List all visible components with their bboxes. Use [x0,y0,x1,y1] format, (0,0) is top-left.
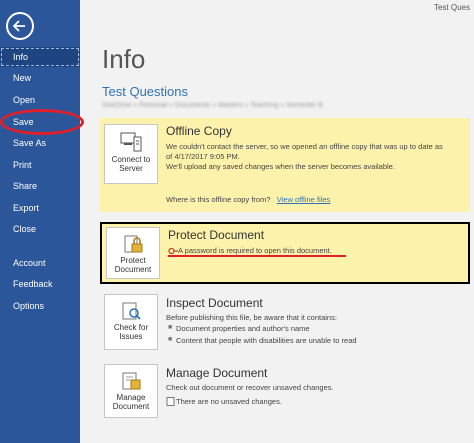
sidebar-item-open[interactable]: Open [0,90,80,110]
connect-button-label-2: Server [119,164,143,173]
sidebar-item-save-as[interactable]: Save As [0,133,80,153]
sidebar-item-new[interactable]: New [0,68,80,88]
inspect-bullet-2: Content that people with disabilities ar… [176,336,357,345]
page-title: Info [102,44,146,74]
offline-copy-section: Connect to Server Offline Copy We couldn… [100,118,470,212]
protect-button-label-1: Protect [120,256,146,265]
sidebar-item-feedback[interactable]: Feedback [0,274,80,294]
document-small-icon [166,397,175,406]
document-path: OneDrive » Personal » Documents » Master… [102,102,323,109]
server-connect-icon [120,132,142,152]
inspect-document-section: Check for Issues Inspect Document Before… [100,292,470,354]
offline-copy-question: Where is this offline copy from? [166,195,271,204]
manage-document-section: Manage Document Manage Document Check ou… [100,362,470,422]
offline-copy-title: Offline Copy [166,124,232,138]
inspect-document-text: Before publishing this file, be aware th… [166,313,337,322]
inspect-bullet-1: Document properties and author's name [176,324,310,333]
sidebar-item-print[interactable]: Print [0,155,80,175]
protect-document-section: Protect Document Protect Document A pass… [100,222,470,284]
offline-copy-text-2: of 4/17/2017 9:05 PM. [166,152,240,161]
sidebar-item-account[interactable]: Account [0,253,80,273]
check-for-issues-button[interactable]: Check for Issues [104,294,158,350]
inspect-document-icon [122,302,141,320]
connect-to-server-button[interactable]: Connect to Server [104,124,158,184]
protect-button-label-2: Document [114,265,152,274]
back-button[interactable] [6,12,34,40]
manage-document-text: Check out document or recover unsaved ch… [166,383,334,392]
manage-button-label-2: Document [112,402,150,411]
inspect-button-label-2: Issues [119,332,143,341]
sidebar-item-save[interactable]: Save [0,112,80,132]
manage-document-title: Manage Document [166,366,268,380]
offline-copy-text-1: We couldn't contact the server, so we op… [166,142,443,151]
protect-document-button[interactable]: Protect Document [106,227,160,279]
manage-document-button[interactable]: Manage Document [104,364,158,418]
offline-copy-question-row: Where is this offline copy from? View of… [166,195,330,205]
offline-copy-text-3: We'll upload any saved changes when the … [166,162,395,171]
user-name: Test Ques [433,3,470,12]
document-title: Test Questions [102,84,188,99]
sidebar-item-options[interactable]: Options [0,296,80,316]
protect-document-title: Protect Document [168,228,265,242]
password-annotation-underline [168,255,346,257]
inspect-document-title: Inspect Document [166,296,263,310]
lock-document-icon [124,235,143,253]
backstage-sidebar: Info New Open Save Save As Print Share E… [0,0,80,443]
sidebar-item-info[interactable]: Info [0,47,80,67]
sidebar-item-export[interactable]: Export [0,198,80,218]
manage-document-status: There are no unsaved changes. [176,397,282,406]
inspect-button-label-1: Check for [113,323,149,332]
arrow-left-icon [12,20,25,32]
manage-button-label-1: Manage [116,393,146,402]
sidebar-item-share[interactable]: Share [0,176,80,196]
manage-document-icon [122,372,141,390]
view-offline-files-link[interactable]: View offline files [277,195,331,204]
connect-button-label-1: Connect to [111,155,151,164]
bullet-icon: ■ [168,336,173,343]
bullet-icon: ■ [168,324,173,331]
sidebar-item-close[interactable]: Close [0,219,80,239]
